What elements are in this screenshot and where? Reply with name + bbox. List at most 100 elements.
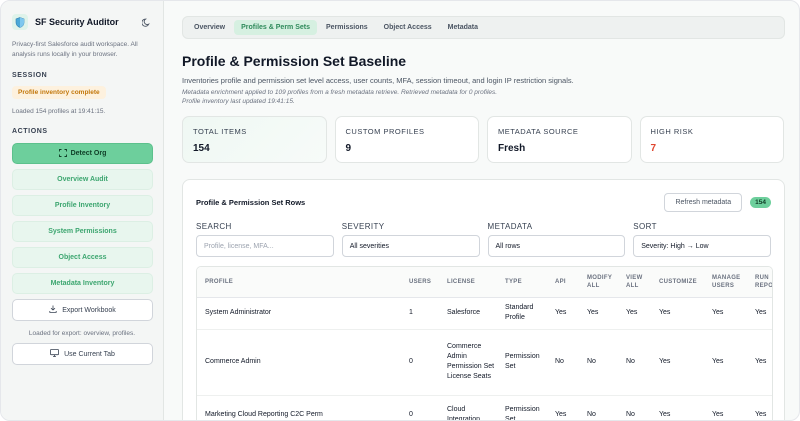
rows-panel: Profile & Permission Set Rows Refresh me…: [182, 179, 785, 420]
system-permissions-button[interactable]: System Permissions: [12, 221, 153, 242]
tab-metadata[interactable]: Metadata: [441, 20, 485, 35]
sort-select[interactable]: Severity: High → Low: [633, 235, 771, 257]
detect-org-button[interactable]: Detect Org: [12, 143, 153, 164]
search-label: SEARCH: [196, 222, 232, 231]
session-label: SESSION: [12, 72, 48, 79]
profile-inventory-button[interactable]: Profile Inventory: [12, 195, 153, 216]
main-content: Overview Profiles & Perm Sets Permission…: [165, 1, 799, 420]
search-input[interactable]: Profile, license, MFA...: [196, 235, 334, 257]
column-header[interactable]: TYPE: [501, 267, 551, 298]
object-access-button[interactable]: Object Access: [12, 247, 153, 268]
column-header[interactable]: RUN REPO: [751, 267, 772, 298]
table-header-row: PROFILE USERS LICENSE TYPE API MODIFY AL…: [197, 267, 772, 298]
panel-title: Profile & Permission Set Rows: [196, 197, 306, 207]
view-all-cell: No: [622, 329, 655, 396]
moon-icon[interactable]: [140, 16, 152, 28]
total-items-card: TOTAL ITEMS 154: [182, 116, 327, 163]
sidebar: SF Security Auditor Privacy-first Salesf…: [1, 1, 164, 420]
column-header[interactable]: CUSTOMIZE: [655, 267, 708, 298]
column-header[interactable]: LICENSE: [443, 267, 501, 298]
scan-icon: [58, 148, 67, 159]
row-count-badge: 154: [750, 196, 771, 208]
table-row[interactable]: Marketing Cloud Reporting C2C Perm 0 Clo…: [197, 395, 772, 420]
metadata-source-card: METADATA SOURCE Fresh: [487, 116, 632, 163]
download-icon: [49, 305, 57, 315]
shield-logo-icon: [12, 14, 28, 30]
app-title: SF Security Auditor: [35, 17, 119, 27]
view-all-cell: Yes: [622, 297, 655, 330]
column-header[interactable]: MANAGE USERS: [708, 267, 751, 298]
profile-cell: Commerce Admin: [197, 329, 405, 396]
profiles-table: PROFILE USERS LICENSE TYPE API MODIFY AL…: [196, 266, 773, 420]
card-value: 9: [345, 143, 352, 154]
table-row[interactable]: System Administrator 1 Salesforce Standa…: [197, 297, 772, 330]
tab-profiles-perm-sets[interactable]: Profiles & Perm Sets: [234, 20, 318, 35]
api-cell: No: [551, 329, 583, 396]
brand: SF Security Auditor: [12, 13, 152, 31]
filter-bar: SEARCH Profile, license, MFA... SEVERITY…: [196, 222, 771, 257]
view-all-cell: No: [622, 395, 655, 420]
manage-users-cell: Yes: [708, 395, 751, 420]
tab-object-access[interactable]: Object Access: [377, 20, 439, 35]
customize-cell: Yes: [655, 297, 708, 330]
customize-cell: Yes: [655, 329, 708, 396]
card-label: METADATA SOURCE: [498, 127, 579, 136]
severity-select[interactable]: All severities: [341, 235, 480, 257]
refresh-metadata-button[interactable]: Refresh metadata: [664, 192, 743, 212]
metadata-filter: METADATA All rows: [487, 222, 626, 257]
use-current-tab-label: Use Current Tab: [64, 350, 115, 358]
column-header[interactable]: MODIFY ALL: [583, 267, 622, 298]
users-cell: 0: [405, 395, 443, 420]
run-reports-cell: Yes: [751, 297, 772, 330]
use-current-tab-button[interactable]: Use Current Tab: [12, 343, 153, 365]
column-header[interactable]: PROFILE: [197, 267, 405, 298]
metadata-select[interactable]: All rows: [487, 235, 626, 257]
license-cell: Salesforce: [443, 297, 501, 330]
profile-cell: Marketing Cloud Reporting C2C Perm: [197, 395, 405, 420]
search-filter: SEARCH Profile, license, MFA...: [196, 222, 334, 257]
metadata-inventory-button[interactable]: Metadata Inventory: [12, 273, 153, 294]
column-header[interactable]: VIEW ALL: [622, 267, 655, 298]
table-row[interactable]: Commerce Admin 0 Commerce Admin Permissi…: [197, 329, 772, 396]
modify-all-cell: No: [583, 395, 622, 420]
type-cell: Permission Set: [501, 329, 551, 396]
tab-bar: Overview Profiles & Perm Sets Permission…: [182, 16, 785, 39]
api-cell: Yes: [551, 395, 583, 420]
app-tagline: Privacy-first Salesforce audit workspace…: [12, 41, 138, 58]
modify-all-cell: No: [583, 329, 622, 396]
app-window: SF Security Auditor Privacy-first Salesf…: [0, 0, 800, 421]
panel-header: Profile & Permission Set Rows Refresh me…: [196, 192, 771, 212]
status-badge: Profile inventory complete: [12, 86, 106, 99]
type-cell: Permission Set: [501, 395, 551, 420]
detect-org-label: Detect Org: [70, 150, 107, 157]
manage-users-cell: Yes: [708, 329, 751, 396]
updated-note: Profile inventory last updated 19:41:15.: [182, 98, 295, 105]
column-header[interactable]: USERS: [405, 267, 443, 298]
severity-label: SEVERITY: [341, 222, 385, 231]
severity-filter: SEVERITY All severities: [341, 222, 480, 257]
type-cell: Standard Profile: [501, 297, 551, 330]
card-label: HIGH RISK: [650, 127, 694, 136]
profile-cell: System Administrator: [197, 297, 405, 330]
tab-overview[interactable]: Overview: [187, 20, 232, 35]
monitor-icon: [50, 349, 59, 359]
export-note: Loaded for export: overview, profiles.: [28, 330, 136, 337]
loaded-text: Loaded 154 profiles at 19:41:15.: [12, 108, 106, 115]
users-cell: 1: [405, 297, 443, 330]
license-cell: Cloud Integration: [443, 395, 501, 420]
api-cell: Yes: [551, 297, 583, 330]
manage-users-cell: Yes: [708, 297, 751, 330]
column-header[interactable]: API: [551, 267, 583, 298]
run-reports-cell: Yes: [751, 329, 772, 396]
export-workbook-label: Export Workbook: [62, 306, 116, 314]
license-cell: Commerce Admin Permission Set License Se…: [443, 329, 501, 396]
tab-permissions[interactable]: Permissions: [319, 20, 375, 35]
card-value: Fresh: [498, 143, 526, 154]
modify-all-cell: Yes: [583, 297, 622, 330]
card-label: TOTAL ITEMS: [193, 127, 247, 136]
sort-label: SORT: [633, 222, 657, 231]
overview-audit-button[interactable]: Overview Audit: [12, 169, 153, 190]
actions-label: ACTIONS: [12, 128, 48, 135]
metadata-note: Metadata enrichment applied to 109 profi…: [182, 89, 498, 96]
export-workbook-button[interactable]: Export Workbook: [12, 299, 153, 321]
